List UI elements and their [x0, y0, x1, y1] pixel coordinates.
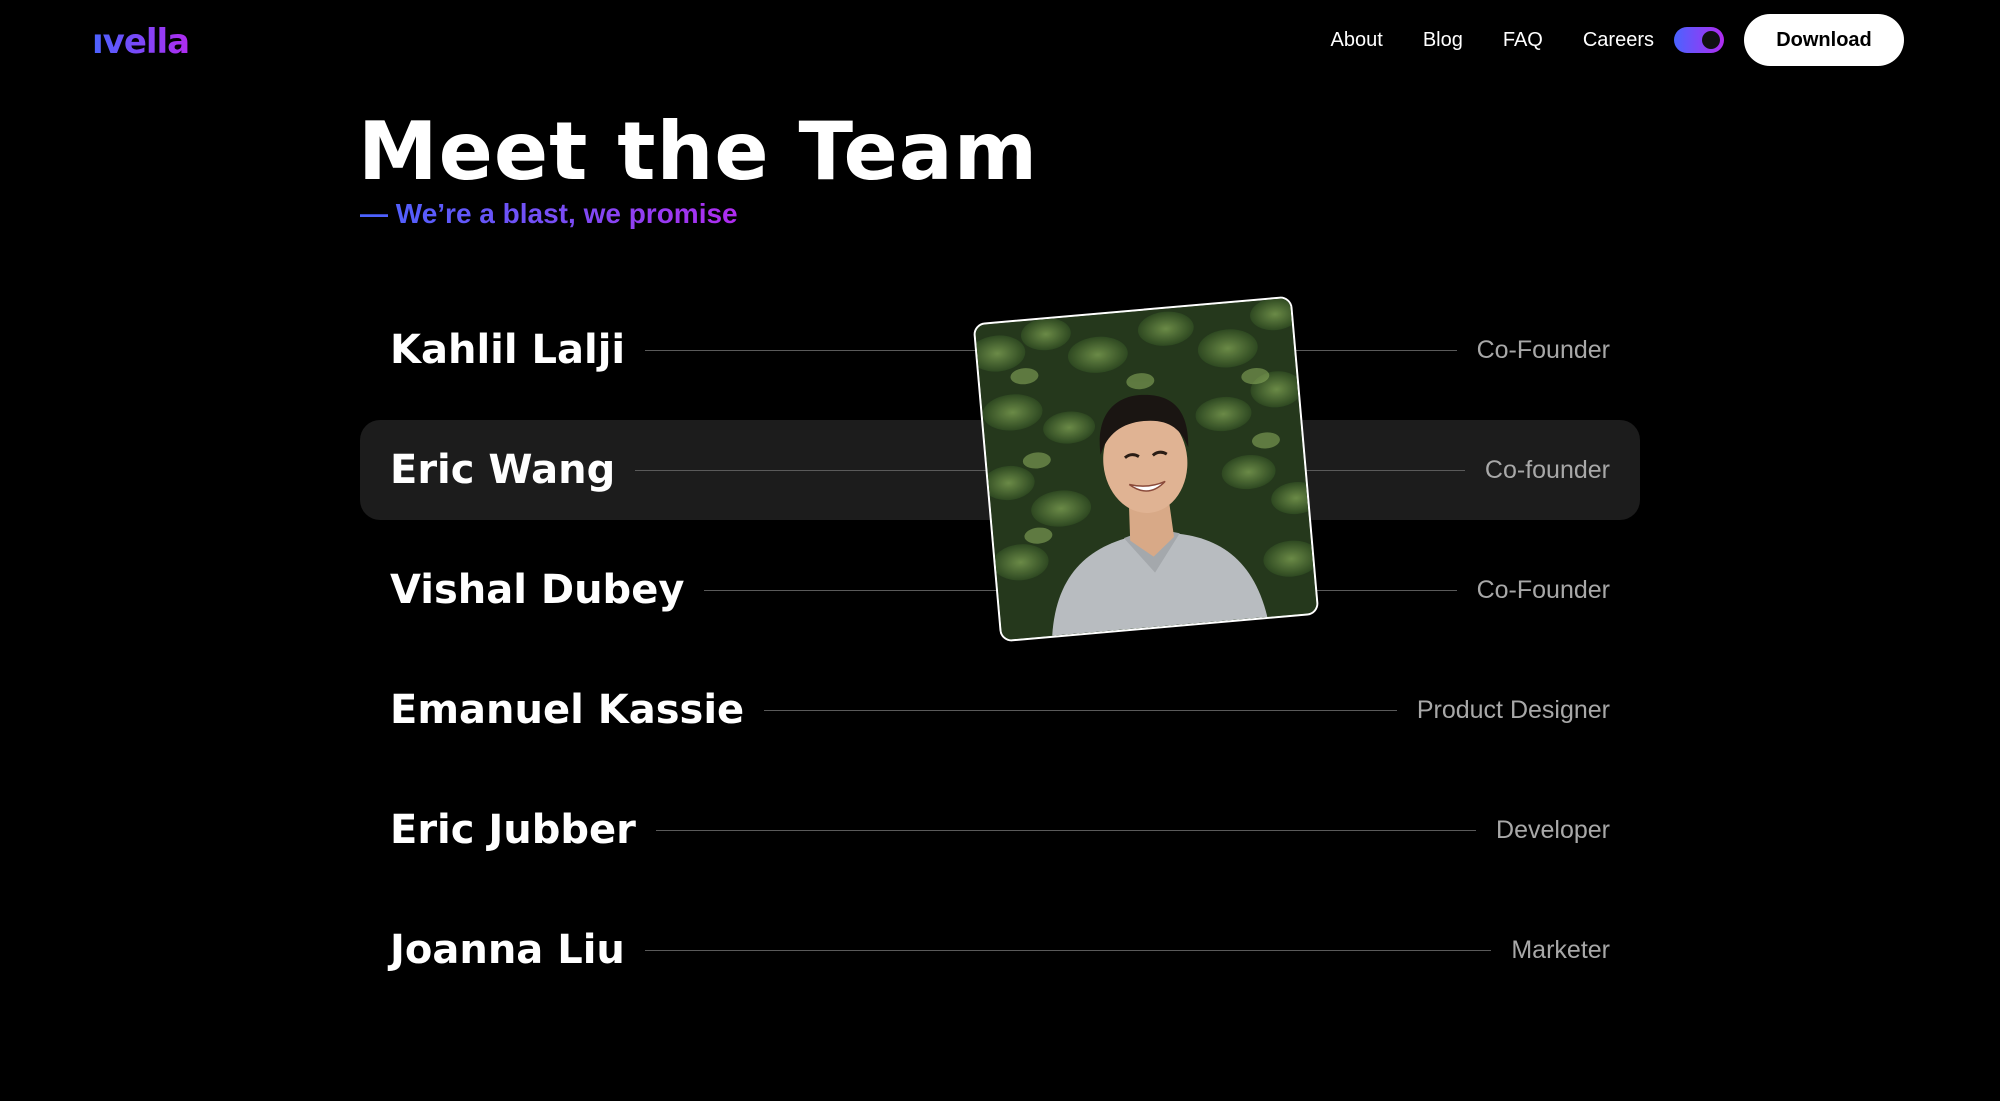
nav-link-about[interactable]: About	[1331, 29, 1383, 52]
page-subtitle: — We’re a blast, we promise	[360, 198, 738, 229]
member-name: Eric Wang	[390, 447, 616, 493]
download-button[interactable]: Download	[1744, 14, 1904, 66]
member-name: Emanuel Kassie	[390, 687, 745, 733]
member-role: Developer	[1496, 815, 1610, 844]
member-role: Co-Founder	[1476, 575, 1610, 604]
member-role: Co-Founder	[1476, 335, 1610, 364]
team-member-row[interactable]: Emanuel Kassie Product Designer	[360, 660, 1640, 760]
brand-logo[interactable]: ıvella	[92, 22, 190, 62]
member-name: Vishal Dubey	[390, 567, 685, 613]
member-role: Marketer	[1511, 935, 1610, 964]
member-name: Kahlil Lalji	[390, 327, 626, 373]
nav-link-careers[interactable]: Careers	[1583, 29, 1654, 52]
person-photo-illustration	[974, 297, 1318, 641]
team-member-row[interactable]: Joanna Liu Marketer	[360, 900, 1640, 1000]
toggle-knob	[1702, 31, 1720, 49]
member-name: Joanna Liu	[390, 927, 625, 973]
theme-toggle[interactable]	[1674, 27, 1724, 53]
member-role: Co-founder	[1484, 455, 1610, 484]
page-title: Meet the Team	[358, 105, 1039, 198]
member-name: Eric Jubber	[390, 807, 636, 853]
divider-line	[644, 949, 1492, 951]
member-role: Product Designer	[1416, 695, 1610, 724]
team-member-row[interactable]: Eric Jubber Developer	[360, 780, 1640, 880]
divider-line	[655, 829, 1477, 831]
member-photo	[972, 295, 1320, 643]
divider-line	[764, 709, 1397, 711]
nav-link-blog[interactable]: Blog	[1423, 29, 1463, 52]
nav-link-faq[interactable]: FAQ	[1503, 29, 1543, 52]
top-nav: About Blog FAQ Careers Download	[1331, 14, 1904, 66]
